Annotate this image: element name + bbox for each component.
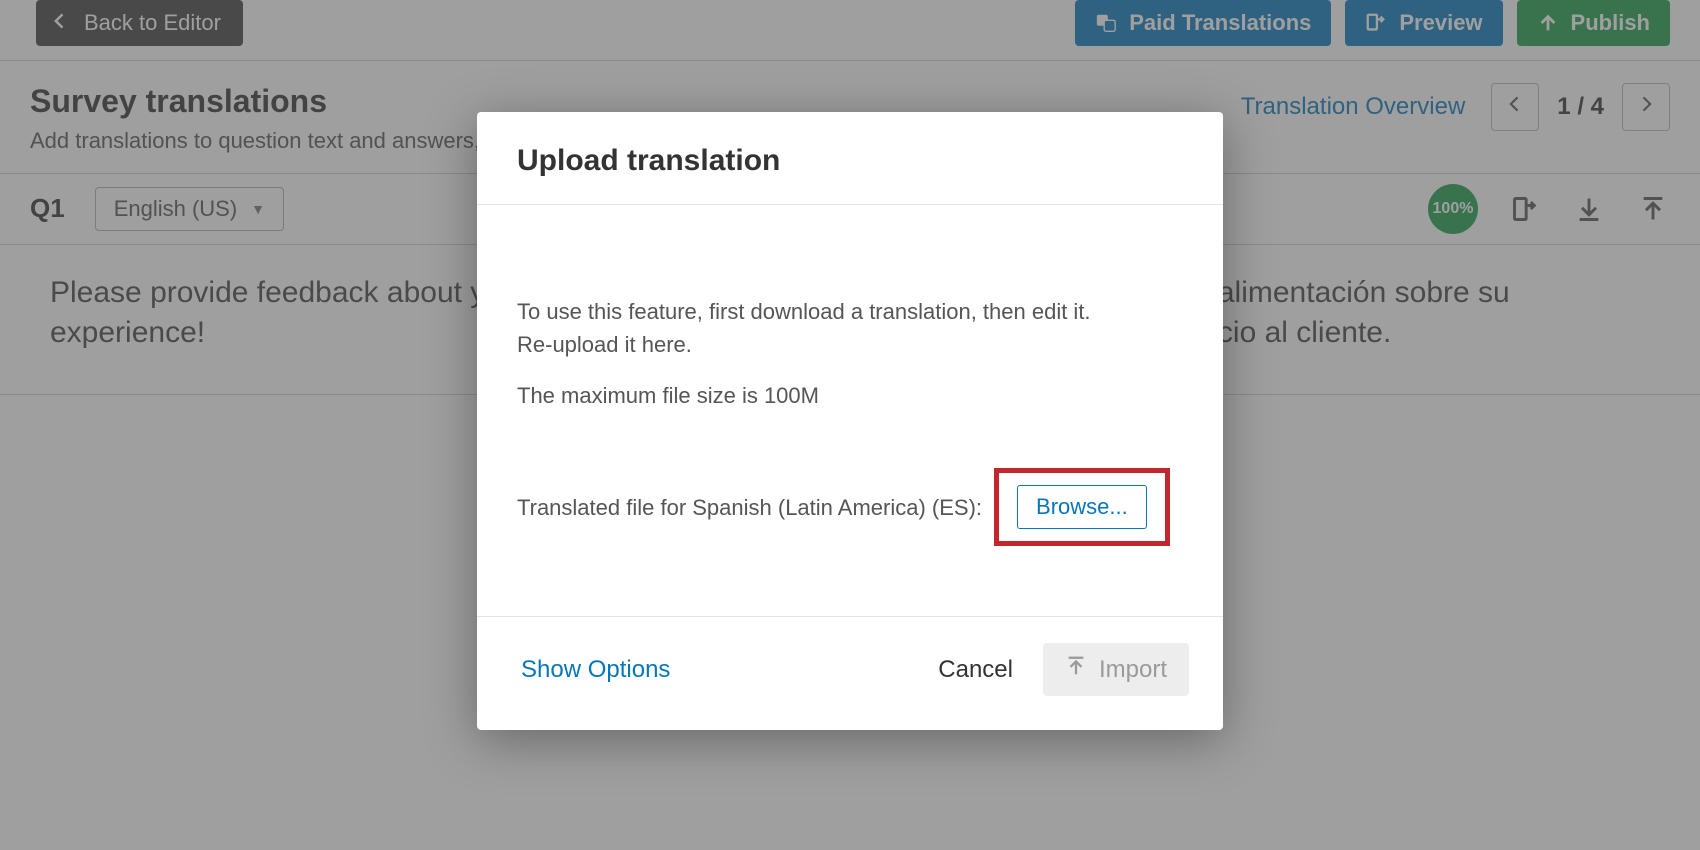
dialog-para1-line1: To use this feature, first download a tr… xyxy=(517,295,1183,328)
highlight-box: Browse... xyxy=(994,468,1170,546)
show-options-button[interactable]: Show Options xyxy=(521,656,670,684)
modal-overlay: Upload translation To use this feature, … xyxy=(0,0,1700,850)
import-button[interactable]: Import xyxy=(1043,643,1189,696)
upload-dialog: Upload translation To use this feature, … xyxy=(477,112,1223,730)
dialog-title: Upload translation xyxy=(517,144,1183,178)
browse-button[interactable]: Browse... xyxy=(1017,485,1147,529)
dialog-para1-line2: Re-upload it here. xyxy=(517,328,1183,361)
upload-icon xyxy=(1065,655,1087,684)
cancel-button[interactable]: Cancel xyxy=(938,656,1013,684)
file-row: Translated file for Spanish (Latin Ameri… xyxy=(517,468,1183,546)
import-label: Import xyxy=(1099,656,1167,684)
file-label: Translated file for Spanish (Latin Ameri… xyxy=(517,491,982,524)
dialog-para2: The maximum file size is 100M xyxy=(517,379,1183,412)
